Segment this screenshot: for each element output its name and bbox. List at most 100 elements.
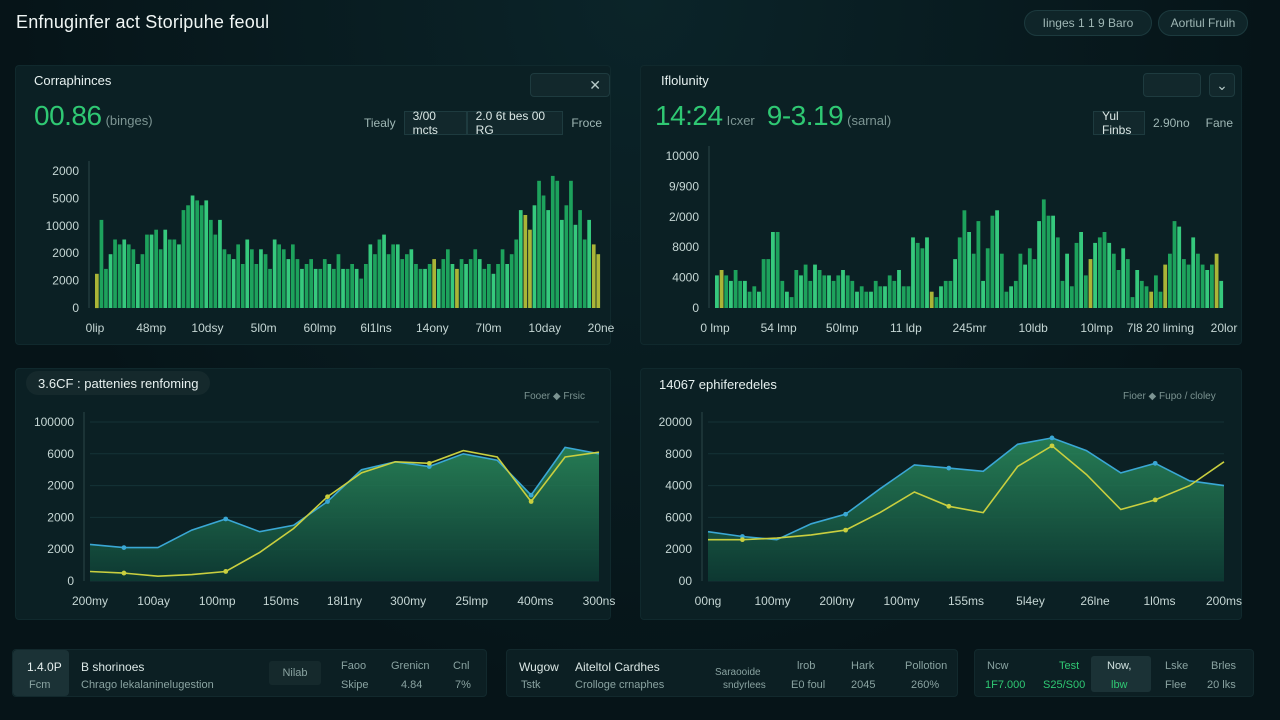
y-tick-label: 2000 — [47, 542, 74, 556]
bar — [869, 291, 873, 308]
data-point — [740, 537, 745, 543]
bar — [487, 264, 491, 308]
x-tick-label: 245mr — [952, 321, 986, 335]
bar — [747, 291, 752, 308]
footer-action-button[interactable]: Nilab — [269, 661, 321, 685]
y-tick-label: 10000 — [666, 149, 700, 163]
footer-col-label: lrob — [797, 660, 816, 672]
x-tick-label: 0 lmp — [700, 321, 730, 335]
x-tick-label: 7l0m — [476, 321, 502, 335]
bar — [172, 239, 177, 308]
x-tick-label: 100mp — [199, 594, 236, 608]
bar — [1102, 232, 1107, 308]
data-point — [325, 499, 330, 504]
bar — [999, 253, 1004, 308]
bar — [181, 210, 186, 308]
tab-range[interactable]: 2.0 6t bes 00 RG — [466, 109, 564, 137]
y-tick-label: 2000 — [665, 542, 692, 556]
bar — [482, 268, 487, 308]
bar — [1139, 280, 1144, 308]
bar — [145, 234, 149, 308]
footer-col-label: Pollotion — [905, 660, 948, 672]
bar — [149, 234, 154, 308]
y-tick-label: 2000 — [47, 479, 74, 493]
footer-title: Aiteltol Cardhes — [575, 660, 660, 674]
x-tick-label: 10day — [528, 321, 561, 335]
bar — [1097, 237, 1102, 308]
tab-range[interactable]: Fane — [1198, 111, 1241, 135]
bar — [555, 180, 560, 308]
bar — [231, 259, 236, 308]
bar — [985, 248, 990, 308]
bar — [1172, 221, 1177, 308]
y-tick-label: 8000 — [665, 447, 692, 461]
footer-col-value: sndyrlees — [723, 680, 766, 691]
bar — [528, 229, 532, 308]
tab-range[interactable]: 2.90no — [1145, 111, 1198, 135]
bar — [291, 244, 295, 308]
bar — [564, 205, 569, 309]
bar — [934, 297, 939, 308]
data-point — [843, 527, 848, 533]
bar — [113, 239, 117, 308]
bar — [213, 234, 218, 308]
y-tick-label: 0 — [692, 301, 699, 315]
bar — [259, 249, 263, 308]
footer-subtitle: Crolloge crnaphes — [575, 679, 665, 691]
tab-range[interactable]: Tiealy — [356, 111, 404, 135]
footer-col-label: Saraooide — [715, 667, 761, 678]
bar — [887, 275, 892, 308]
x-tick-label: 5l4ey — [1016, 594, 1045, 608]
footer-badge-value: 1.4.0P — [27, 660, 62, 674]
tab-range[interactable]: Froce — [563, 111, 610, 135]
y-tick-label: 0 — [67, 574, 74, 588]
bar — [532, 205, 537, 309]
bar — [981, 280, 985, 308]
dropdown-button[interactable]: ⌄ — [1209, 73, 1235, 97]
bar — [446, 249, 450, 308]
bar — [373, 254, 377, 308]
bar — [757, 291, 761, 308]
footer-card-tests[interactable]: Ncw 1F7.000 Test S25/S00 Now, lbw Lske F… — [974, 649, 1254, 697]
bar — [962, 210, 967, 308]
filter-box[interactable] — [1143, 73, 1201, 97]
bar — [990, 215, 995, 308]
bar — [455, 268, 459, 308]
x-tick-label: 20l0ny — [819, 594, 854, 608]
footer-label: Wugow — [519, 660, 559, 674]
bar — [473, 249, 478, 308]
footer-card-schedules[interactable]: 1.4.0P Fcm B shorinoes Chrago lekalanine… — [12, 649, 487, 697]
x-tick-label: 48mp — [136, 321, 166, 335]
bar — [250, 249, 254, 308]
bar — [204, 200, 209, 308]
footer-card-caches[interactable]: Wugow Tstk Aiteltol Cardhes Crolloge crn… — [506, 649, 958, 697]
bar — [817, 270, 822, 308]
data-point — [1049, 435, 1055, 441]
bar — [573, 224, 578, 308]
bar — [1196, 253, 1200, 308]
close-panel-button[interactable]: ✕ — [530, 73, 610, 97]
area-fill — [90, 447, 599, 581]
date-range-button[interactable]: Iinges 1 1 9 Baro — [1024, 10, 1152, 36]
bar — [808, 280, 813, 308]
bar — [199, 205, 204, 309]
tab-range[interactable]: Yul Finbs — [1093, 109, 1145, 137]
tab-range[interactable]: 3/00 mcts — [403, 109, 467, 137]
bar — [350, 264, 354, 308]
account-button[interactable]: Aortiul Fruih — [1158, 10, 1248, 36]
bar — [95, 273, 99, 309]
y-tick-label: 2000 — [52, 164, 79, 178]
bar — [1069, 286, 1074, 308]
bar — [915, 242, 920, 308]
y-tick-label: 2000 — [52, 274, 79, 288]
bar — [967, 232, 971, 308]
bar — [177, 244, 181, 308]
panel-title[interactable]: 3.6CF : pattenies renfoming — [26, 371, 211, 395]
x-tick-label: 100my — [883, 594, 919, 608]
data-point — [1152, 497, 1158, 503]
y-tick-label: 100000 — [34, 415, 74, 429]
footer-col-label: Brles — [1211, 660, 1237, 672]
y-tick-label: 00 — [679, 574, 693, 588]
bar — [560, 219, 564, 308]
data-point — [946, 503, 952, 509]
